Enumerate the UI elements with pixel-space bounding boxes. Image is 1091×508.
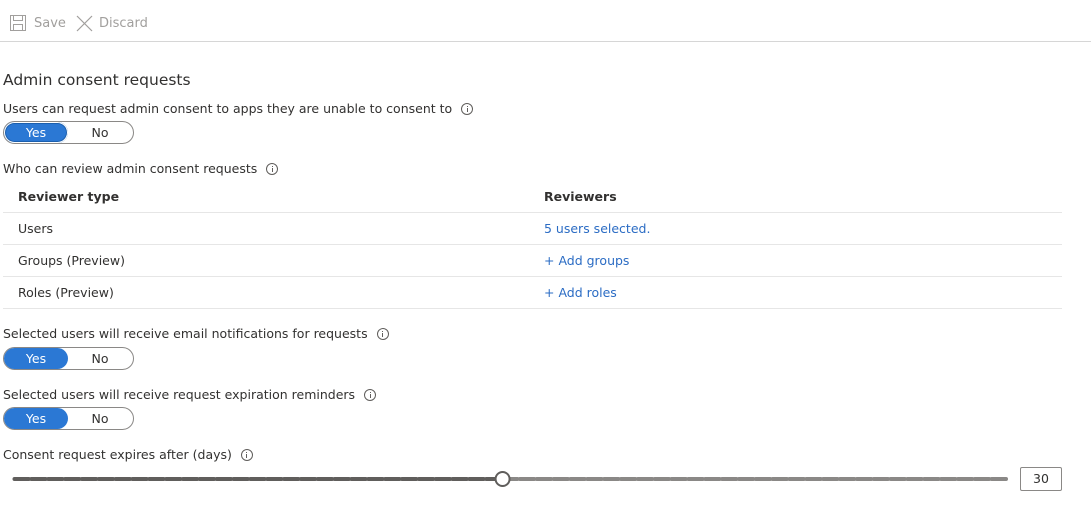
request-consent-toggle[interactable]: Yes No [3, 121, 134, 144]
users-selected-link[interactable]: 5 users selected. [544, 221, 650, 236]
floppy-disk-icon [10, 15, 26, 31]
discard-label: Discard [99, 15, 148, 31]
table-row: Users 5 users selected. [3, 213, 1062, 245]
toggle-option-yes[interactable]: Yes [4, 408, 68, 429]
reviewers-label-text: Who can review admin consent requests [3, 161, 258, 176]
reviewer-type-cell: Groups (Preview) [18, 253, 125, 268]
expiration-reminders-label: Selected users will receive request expi… [3, 387, 377, 402]
toggle-option-yes[interactable]: Yes [4, 348, 68, 369]
reviewers-label: Who can review admin consent requests [3, 161, 279, 176]
discard-button[interactable]: Discard [76, 13, 148, 33]
expiration-reminders-toggle[interactable]: Yes No [3, 407, 134, 430]
table-row: Groups (Preview) + Add groups [3, 245, 1062, 277]
toggle-option-yes[interactable]: Yes [4, 122, 68, 143]
command-bar: Save Discard [0, 0, 1091, 42]
reviewer-type-cell: Roles (Preview) [18, 285, 114, 300]
section-title: Admin consent requests [3, 71, 191, 89]
request-consent-label-text: Users can request admin consent to apps … [3, 101, 453, 116]
expiry-value-input[interactable]: 30 [1020, 467, 1062, 491]
toggle-option-no[interactable]: No [68, 408, 132, 429]
info-icon[interactable] [266, 162, 279, 175]
column-header-reviewer-type: Reviewer type [18, 188, 120, 204]
save-button[interactable]: Save [10, 13, 66, 33]
toggle-option-no[interactable]: No [68, 348, 132, 369]
column-header-reviewers: Reviewers [544, 188, 617, 204]
expiry-slider[interactable] [12, 469, 1010, 489]
email-notifications-label-text: Selected users will receive email notifi… [3, 326, 368, 341]
slider-thumb[interactable] [494, 471, 511, 487]
email-notifications-toggle[interactable]: Yes No [3, 347, 134, 370]
expiration-reminders-label-text: Selected users will receive request expi… [3, 387, 356, 402]
table-row: Roles (Preview) + Add roles [3, 277, 1062, 309]
save-label: Save [34, 15, 66, 31]
table-header-row: Reviewer type Reviewers [3, 180, 1062, 213]
info-icon[interactable] [376, 327, 389, 340]
expiry-label: Consent request expires after (days) [3, 447, 253, 462]
close-x-icon [76, 15, 93, 32]
email-notifications-label: Selected users will receive email notifi… [3, 326, 389, 341]
info-icon[interactable] [364, 388, 377, 401]
reviewer-type-cell: Users [18, 221, 54, 236]
add-groups-link[interactable]: + Add groups [544, 253, 629, 268]
request-consent-label: Users can request admin consent to apps … [3, 101, 474, 116]
info-icon[interactable] [240, 448, 253, 461]
add-roles-link[interactable]: + Add roles [544, 285, 617, 300]
slider-track[interactable] [12, 469, 1010, 489]
toggle-option-no[interactable]: No [68, 122, 132, 143]
reviewers-table: Reviewer type Reviewers Users 5 users se… [3, 180, 1062, 309]
expiry-label-text: Consent request expires after (days) [3, 447, 232, 462]
info-icon[interactable] [461, 102, 474, 115]
